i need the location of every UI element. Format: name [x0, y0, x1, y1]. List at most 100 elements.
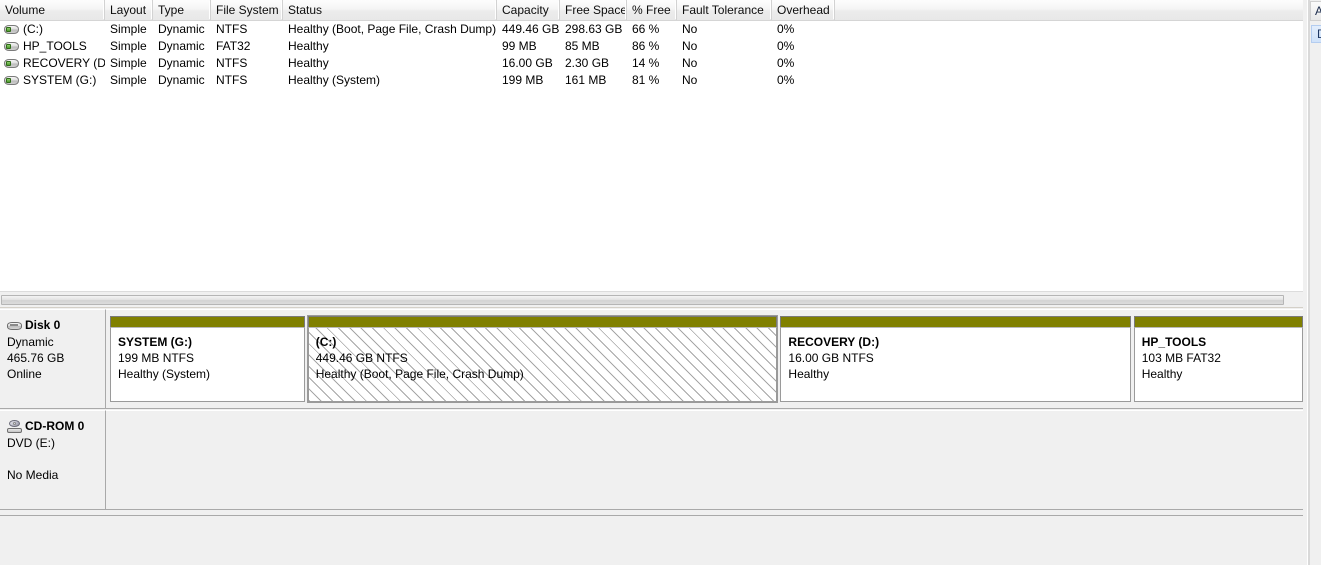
partition-status: Healthy (Boot, Page File, Crash Dump) — [315, 367, 524, 381]
cell-fault-tolerance: No — [682, 56, 698, 70]
volume-label: (C:) — [23, 22, 43, 36]
cell-capacity: 449.46 GB — [502, 22, 560, 36]
cell-percent-free: 66 % — [632, 22, 660, 36]
actions-item-disk-management[interactable]: Disk Management — [1311, 25, 1321, 43]
cell-volume: HP_TOOLS — [0, 38, 105, 55]
volume-label: RECOVERY (D:) — [23, 56, 105, 70]
partition-details: (C:) 449.46 GB NTFS Healthy (Boot, Page Fi… — [307, 327, 778, 402]
cell-status: Healthy — [288, 39, 329, 53]
column-header-type[interactable]: Type — [153, 0, 211, 20]
partition-details: RECOVERY (D:) 16.00 GB NTFS Healthy — [780, 327, 1131, 402]
column-header-free-space[interactable]: Free Space — [560, 0, 627, 20]
volume-list-rows: (C:) Simple Dynamic NTFS Healthy (Boot, Page… — [0, 21, 1305, 89]
column-header-layout[interactable]: Layout — [105, 0, 153, 20]
disk-type: Dynamic — [7, 335, 54, 349]
cell-type: Dynamic — [158, 56, 205, 70]
column-header-file-system[interactable]: File System — [211, 0, 283, 20]
scrollbar-thumb[interactable] — [1, 295, 1284, 305]
cell-fault-tolerance: No — [682, 73, 698, 87]
column-header-filler — [835, 0, 1305, 20]
no-media-body — [110, 417, 1303, 503]
disk-info-disk-0[interactable]: Disk 0 Dynamic 465.76 GB Online — [0, 309, 106, 409]
partition-block[interactable]: RECOVERY (D:) 16.00 GB NTFS Healthy — [780, 316, 1131, 402]
cell-volume: SYSTEM (G:) — [0, 72, 105, 89]
cell-layout: Simple — [110, 73, 147, 87]
volume-list-header-row: Volume Layout Type File System Status Capacit… — [0, 0, 1305, 21]
partition-size-filesystem: 449.46 GB NTFS — [315, 351, 408, 365]
cd-icon — [7, 419, 22, 433]
column-header-capacity[interactable]: Capacity — [497, 0, 560, 20]
column-header-volume[interactable]: Volume — [0, 0, 105, 20]
partition-size-filesystem: 199 MB NTFS — [118, 351, 195, 365]
disk-row-cdrom-0: CD-ROM 0 DVD (E:) No Media — [0, 410, 1305, 510]
cell-layout: Simple — [110, 39, 147, 53]
cell-overhead: 0% — [777, 22, 795, 36]
cell-overhead: 0% — [777, 73, 795, 87]
disk-partitions-disk-0: SYSTEM (G:) 199 MB NTFS Healthy (System) (C… — [106, 309, 1305, 409]
disk-title: CD-ROM 0 — [7, 418, 99, 434]
partition-details: HP_TOOLS 103 MB FAT32 Healthy — [1133, 327, 1303, 402]
cell-fault-tolerance: No — [682, 22, 698, 36]
cell-file-system: FAT32 — [216, 39, 251, 53]
disk-name: Disk 0 — [25, 318, 61, 332]
table-row[interactable]: SYSTEM (G:) Simple Dynamic NTFS Healthy (Sys… — [0, 72, 1305, 89]
disk-management-window: Volume Layout Type File System Status Capacit… — [0, 0, 1321, 565]
disk-partitions-cdrom-0 — [106, 410, 1305, 510]
cell-layout: Simple — [110, 56, 147, 70]
partition-details: SYSTEM (G:) 199 MB NTFS Healthy (System) — [110, 327, 305, 402]
column-header-overhead[interactable]: Overhead — [772, 0, 835, 20]
partition-size-filesystem: 16.00 GB NTFS — [788, 351, 874, 365]
partition-capacity-bar — [307, 316, 778, 327]
cell-free-space: 161 MB — [565, 73, 607, 87]
partition-block[interactable]: SYSTEM (G:) 199 MB NTFS Healthy (System) — [110, 316, 305, 402]
graphical-disk-pane: Disk 0 Dynamic 465.76 GB Online SYSTEM (G:) 1… — [0, 309, 1306, 515]
disk-state: No Media — [7, 468, 59, 482]
cell-percent-free: 14 % — [632, 56, 660, 70]
partition-status: Healthy — [1141, 367, 1183, 381]
partition-name: HP_TOOLS — [1141, 335, 1207, 349]
disk-icon — [7, 320, 22, 331]
partition-block[interactable]: HP_TOOLS 103 MB FAT32 Healthy — [1133, 316, 1303, 402]
column-header-free[interactable]: % Free — [627, 0, 677, 20]
cell-capacity: 99 MB — [502, 39, 537, 53]
disk-state: Online — [7, 367, 42, 381]
cell-free-space: 2.30 GB — [565, 56, 610, 70]
cell-status: Healthy — [288, 56, 329, 70]
table-row[interactable]: HP_TOOLS Simple Dynamic FAT32 Healthy 99 MB 85… — [0, 38, 1305, 55]
table-row[interactable]: RECOVERY (D:) Simple Dynamic NTFS Healthy 16.… — [0, 55, 1305, 72]
partition-block[interactable]: (C:) 449.46 GB NTFS Healthy (Boot, Page Fi… — [306, 315, 779, 403]
disk-info-cdrom-0[interactable]: CD-ROM 0 DVD (E:) No Media — [0, 410, 106, 510]
partition-capacity-bar — [110, 316, 305, 327]
cell-fault-tolerance: No — [682, 39, 698, 53]
disk-row-disk-0: Disk 0 Dynamic 465.76 GB Online SYSTEM (G:) 1… — [0, 309, 1305, 409]
partition-status: Healthy (System) — [118, 367, 211, 381]
cell-file-system: NTFS — [216, 73, 248, 87]
cell-type: Dynamic — [158, 39, 205, 53]
cell-overhead: 0% — [777, 39, 795, 53]
no-media-area — [110, 417, 1303, 503]
volume-label: HP_TOOLS — [23, 39, 87, 53]
disk-name: CD-ROM 0 — [25, 419, 85, 433]
column-header-fault-tolerance[interactable]: Fault Tolerance — [677, 0, 772, 20]
partition-name: (C:) — [315, 335, 337, 349]
cell-status: Healthy (Boot, Page File, Crash Dump) — [288, 22, 497, 36]
graphical-pane-empty-area — [0, 515, 1306, 565]
cell-type: Dynamic — [158, 73, 205, 87]
volume-label: SYSTEM (G:) — [23, 73, 97, 87]
actions-pane-title: Actions — [1310, 1, 1321, 21]
cell-file-system: NTFS — [216, 56, 248, 70]
volume-list-pane: Volume Layout Type File System Status Capacit… — [0, 0, 1306, 308]
partition-capacity-bar — [780, 316, 1131, 327]
cell-volume: RECOVERY (D:) — [0, 55, 105, 72]
cell-layout: Simple — [110, 22, 147, 36]
column-header-status[interactable]: Status — [283, 0, 497, 20]
disk-spacer — [7, 451, 99, 467]
drive-icon — [4, 58, 19, 69]
partition-size-filesystem: 103 MB FAT32 — [1141, 351, 1221, 365]
table-row[interactable]: (C:) Simple Dynamic NTFS Healthy (Boot, Page… — [0, 21, 1305, 38]
disk-type: DVD (E:) — [7, 436, 55, 450]
volume-list-horizontal-scrollbar[interactable] — [0, 291, 1305, 307]
cell-status: Healthy (System) — [288, 73, 381, 87]
cell-free-space: 85 MB — [565, 39, 600, 53]
drive-icon — [4, 75, 19, 86]
